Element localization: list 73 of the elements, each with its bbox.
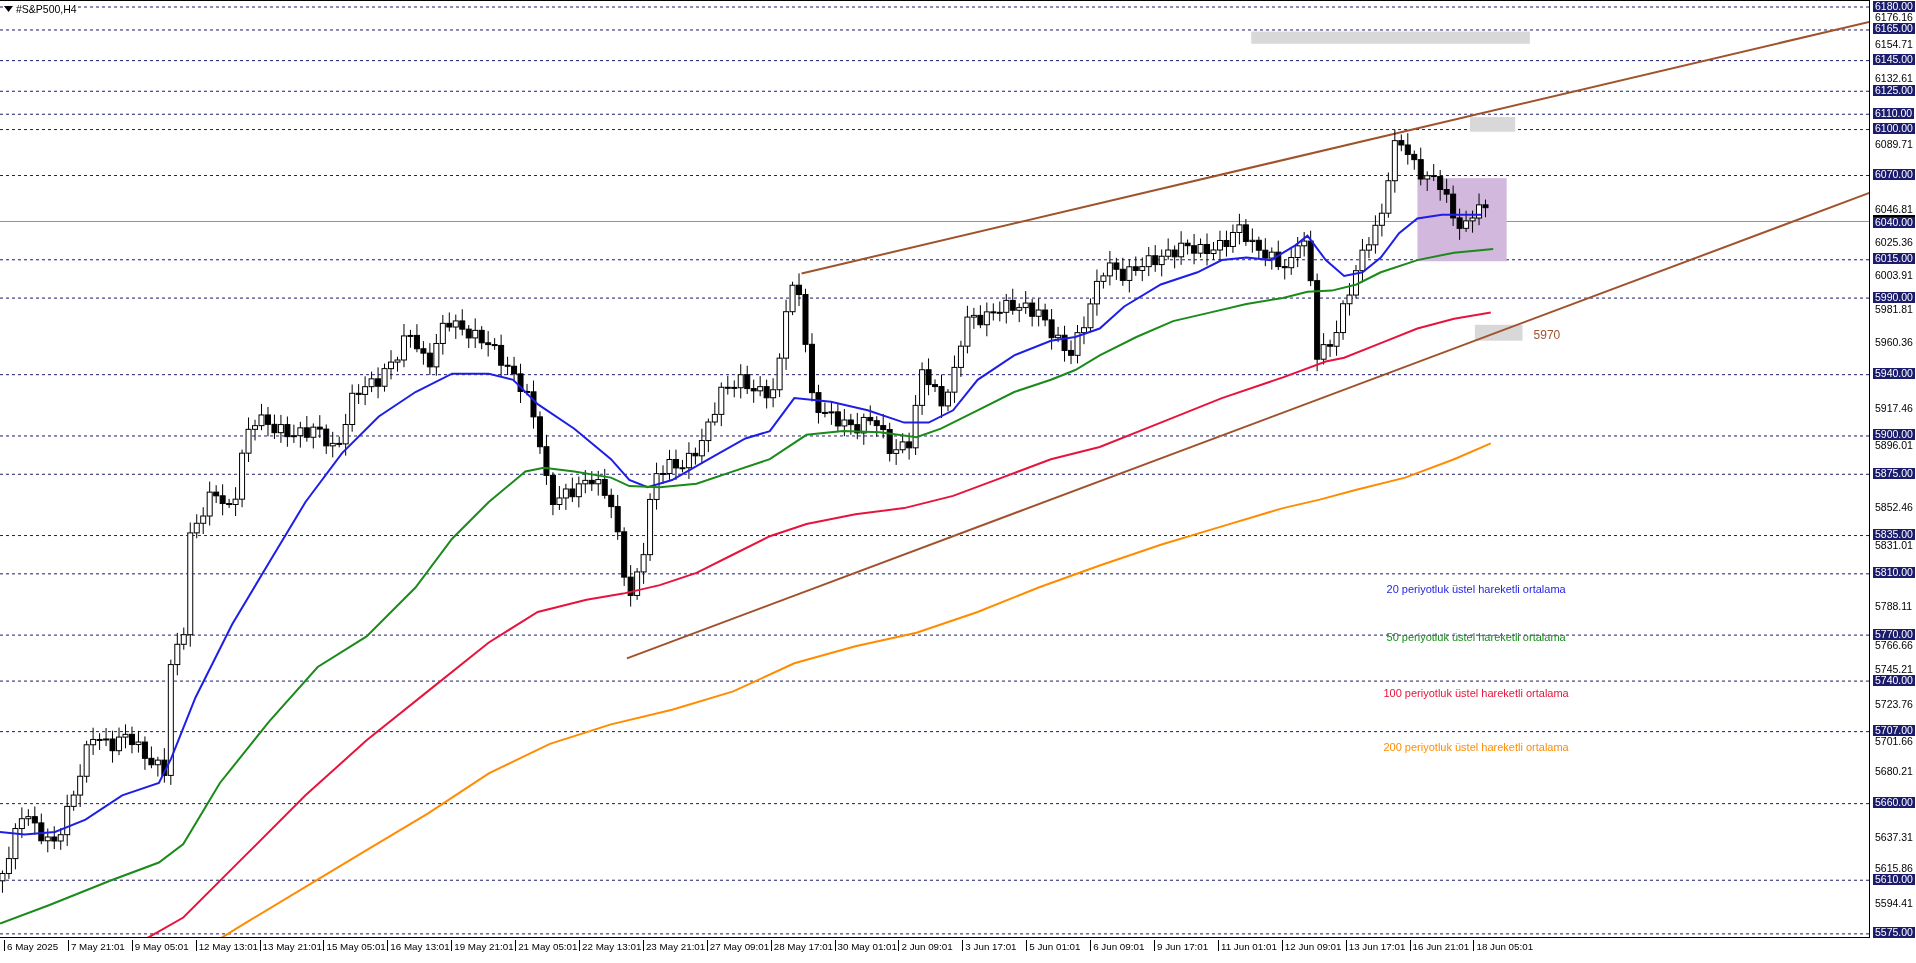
price-axis-label: 5723.76 (1874, 699, 1914, 711)
legend-label: 50 periyotluk üstel hareketli ortalama (1386, 630, 1566, 643)
price-axis-label: 5835.00 (1873, 529, 1915, 541)
price-axis-label: 6015.00 (1873, 253, 1915, 265)
price-axis-label: 5831.01 (1874, 540, 1914, 552)
time-axis-label: 5 Jun 01:01 (1026, 940, 1091, 951)
price-axis-label: 5766.66 (1874, 639, 1914, 651)
time-axis-label: 6 Jun 09:01 (1090, 940, 1155, 951)
time-axis-label: 28 May 17:01 (770, 940, 835, 951)
price-axis-label: 5990.00 (1873, 291, 1915, 303)
time-axis-label: 11 Jun 01:01 (1217, 940, 1282, 951)
price-axis-label: 6154.71 (1874, 39, 1914, 51)
price-axis-label: 6089.71 (1874, 138, 1914, 150)
price-axis-label: 6025.36 (1874, 237, 1914, 249)
price-axis-label: 5770.00 (1873, 628, 1915, 640)
chart-title: #S&P500,H4 (16, 3, 77, 15)
price-axis-label: 5701.66 (1874, 736, 1914, 748)
time-axis-label: 15 May 05:01 (323, 940, 388, 951)
price-axis-label: 6070.00 (1873, 169, 1915, 180)
time-axis-label: 9 Jun 17:01 (1154, 940, 1218, 951)
time-axis-label: 7 May 21:01 (67, 940, 132, 951)
price-axis-label: 5852.46 (1874, 502, 1914, 514)
price-axis-label: 5707.00 (1873, 725, 1915, 737)
price-axis-label: 6180.00 (1873, 0, 1915, 12)
price-axis-label: 6040.00 (1873, 214, 1915, 228)
time-axis-label: 16 Jun 21:01 (1409, 940, 1474, 951)
price-axis-label: 5660.00 (1873, 797, 1915, 809)
time-axis-label: 12 Jun 09:01 (1281, 940, 1346, 951)
time-axis-label: 9 May 05:01 (131, 940, 196, 951)
time-axis-label: 22 May 13:01 (579, 940, 643, 951)
price-axis-label: 5745.21 (1874, 663, 1914, 675)
time-axis-label: 12 May 13:01 (195, 940, 260, 951)
price-axis-label: 5594.41 (1874, 897, 1914, 909)
price-axis-label: 6165.00 (1873, 23, 1915, 35)
time-axis-label: 23 May 21:01 (642, 940, 707, 951)
time-axis-label: 21 May 05:01 (515, 940, 579, 951)
legend-label: 20 periyotluk üstel hareketli ortalama (1386, 583, 1566, 596)
time-axis-label: 18 Jun 05:01 (1473, 940, 1538, 951)
price-axis-label: 5575.00 (1873, 927, 1915, 939)
time-axis-label: 2 Jun 09:01 (898, 940, 963, 951)
price-axis-label: 5896.01 (1874, 440, 1914, 452)
price-axis-label: 5610.00 (1873, 873, 1915, 885)
price-axis-label: 6132.61 (1874, 73, 1914, 85)
price-label: 5970 (1533, 328, 1561, 343)
time-axis-label: 30 May 01:01 (834, 940, 899, 951)
time-axis-label: 6 May 2025 (4, 940, 68, 951)
price-axis-label: 5981.81 (1874, 304, 1914, 316)
time-axis-label: 19 May 21:01 (451, 940, 516, 951)
time-axis-label: 3 Jun 17:01 (962, 940, 1027, 951)
price-axis-label: 5637.31 (1874, 831, 1914, 843)
price-axis-label: 6125.00 (1873, 84, 1915, 96)
price-axis-label: 5875.00 (1873, 467, 1915, 479)
price-axis-label: 6176.16 (1874, 11, 1914, 23)
price-axis-label: 5917.46 (1874, 402, 1914, 414)
price-axis-label: 5960.36 (1874, 337, 1914, 348)
time-axis-label: 16 May 13:01 (387, 940, 452, 951)
price-axis-label: 6110.00 (1873, 107, 1915, 119)
price-axis-label: 6003.91 (1874, 270, 1914, 282)
legend-label: 100 periyotluk üstel hareketli ortalama (1383, 687, 1569, 700)
time-axis-label: 27 May 09:01 (706, 940, 771, 951)
time-axis-label: 13 May 21:01 (259, 940, 324, 951)
price-axis-label: 6100.00 (1873, 123, 1915, 135)
price-axis-label: 5940.00 (1873, 368, 1915, 380)
price-axis-label: 6145.00 (1873, 54, 1915, 66)
price-axis-label: 5740.00 (1873, 674, 1915, 686)
price-axis-label: 5810.00 (1873, 567, 1915, 579)
price-axis-label: 5680.21 (1874, 766, 1914, 778)
price-axis-label: 5900.00 (1873, 429, 1915, 441)
price-axis-label: 6046.81 (1874, 203, 1914, 215)
price-axis-label: 5788.11 (1874, 600, 1914, 612)
time-axis-label: 13 Jun 17:01 (1345, 940, 1410, 951)
price-axis-label: 5615.86 (1874, 862, 1914, 874)
legend-label: 200 periyotluk üstel hareketli ortalama (1383, 740, 1569, 753)
